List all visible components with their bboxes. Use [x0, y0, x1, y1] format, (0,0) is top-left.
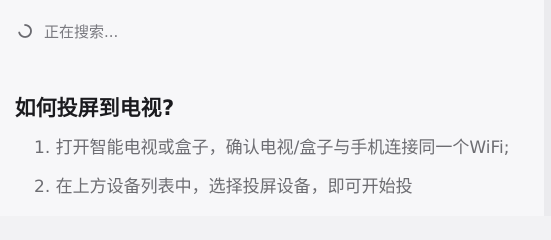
help-steps: 1. 打开智能电视或盒子，确认电视/盒子与手机连接同一个WiFi; 2. 在上方… — [34, 136, 534, 214]
help-step-2: 2. 在上方设备列表中，选择投屏设备，即可开始投 — [34, 177, 413, 197]
help-title: 如何投屏到电视? — [15, 96, 175, 120]
right-edge-strip — [544, 0, 551, 216]
search-status: 正在搜索... — [16, 20, 118, 42]
help-step-1: 1. 打开智能电视或盒子，确认电视/盒子与手机连接同一个WiFi; — [34, 138, 510, 158]
cast-help-panel: 正在搜索... 如何投屏到电视? 1. 打开智能电视或盒子，确认电视/盒子与手机… — [0, 0, 544, 216]
search-status-text: 正在搜索... — [44, 22, 119, 41]
spinner-icon — [18, 24, 32, 38]
